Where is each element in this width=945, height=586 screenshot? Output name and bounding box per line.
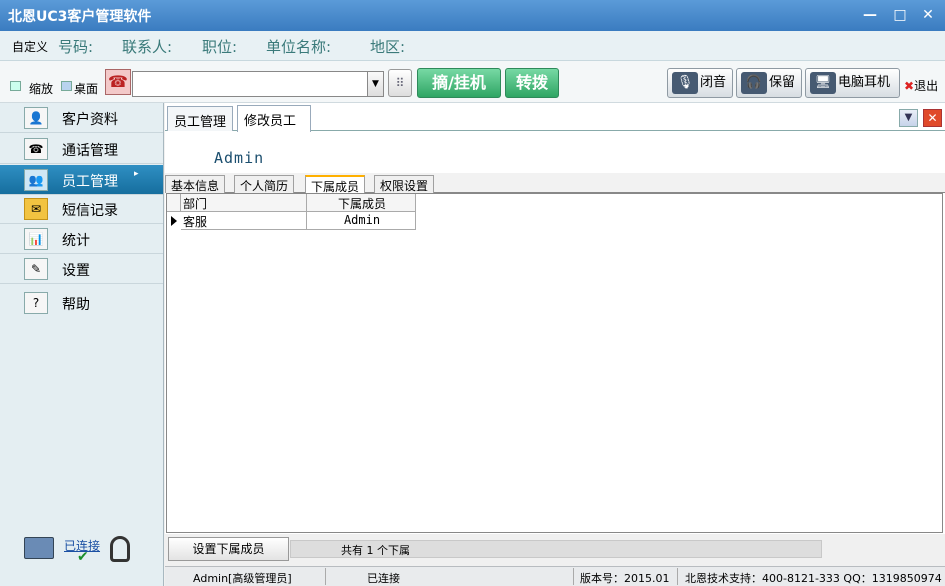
set-subordinates-button[interactable]: 设置下属成员: [168, 537, 289, 561]
hold-button[interactable]: 🎧 保留: [736, 68, 802, 98]
settings-icon: ✎: [24, 258, 48, 280]
tab-permissions[interactable]: 权限设置: [374, 175, 435, 193]
mute-button[interactable]: 🎙 闭音: [667, 68, 733, 98]
help-icon: ?: [24, 292, 48, 314]
close-tab-button[interactable]: ✕: [923, 109, 942, 127]
minimize-button[interactable]: —: [860, 6, 880, 24]
sidebar-item-label: 帮助: [62, 297, 90, 313]
row-header-corner: [167, 194, 181, 212]
computer-icon: 🖥: [810, 72, 836, 94]
employee-name: Admin: [214, 149, 265, 167]
status-divider: [573, 568, 574, 585]
tab-subordinates[interactable]: 下属成员: [305, 175, 366, 194]
chevron-down-icon[interactable]: ▼: [899, 109, 918, 127]
status-connection: 已连接: [367, 572, 400, 585]
toolbar: 缩放 桌面 ☎ ▼ ⠿ 摘/挂机 转拨 🎙 闭音 🎧 保留 🖥 电脑耳机 ✖退出: [0, 61, 945, 103]
hangup-button[interactable]: 摘/挂机: [417, 68, 501, 98]
sidebar-item-label: 短信记录: [62, 203, 118, 219]
tab-basic-info[interactable]: 基本信息: [165, 175, 226, 193]
current-row-icon: [171, 216, 177, 226]
phone-icon[interactable]: ☎: [105, 69, 131, 95]
detail-tabs: 基本信息 个人简历 下属成员 权限设置: [165, 173, 945, 194]
dial-number-input[interactable]: [132, 71, 368, 97]
staff-icon: 👥: [24, 169, 48, 191]
call-icon: ☎: [24, 138, 48, 160]
sidebar-item-label: 设置: [62, 263, 90, 279]
subordinates-grid: 部门 下属成员 客服 Admin: [166, 193, 943, 533]
sidebar-item-sms[interactable]: ✉ 短信记录: [0, 194, 163, 224]
microphone-icon: 🎙: [672, 72, 698, 94]
sidebar-item-help[interactable]: ? 帮助: [0, 288, 163, 318]
company-label: 单位名称:: [266, 38, 332, 56]
sidebar-item-label: 员工管理: [62, 174, 118, 190]
keypad-icon[interactable]: ⠿: [388, 69, 412, 97]
headphones-icon: 🎧: [741, 72, 767, 94]
sidebar-item-staff[interactable]: 👥 员工管理 ▸: [0, 165, 163, 195]
page-tabs: 员工管理 修改员工 ▼ ✕: [165, 103, 945, 132]
subordinate-count: 共有 1 个下属: [341, 544, 410, 557]
maximize-button[interactable]: □: [890, 6, 910, 24]
custom-link[interactable]: 自定义: [12, 38, 48, 55]
status-divider: [677, 568, 678, 585]
bar-chart-icon: 📊: [24, 228, 48, 250]
hold-label: 保留: [769, 75, 796, 90]
sidebar: 👤 客户资料 ☎ 通话管理 👥 员工管理 ▸ ✉ 短信记录 📊 统计 ✎ 设置 …: [0, 103, 164, 586]
status-support: 北恩技术支持：400-8121-333 QQ：1319850974: [685, 572, 942, 585]
exit-label: 退出: [914, 79, 939, 93]
sidebar-item-label: 统计: [62, 233, 90, 249]
column-header-dept[interactable]: 部门: [181, 194, 307, 212]
sidebar-item-calls[interactable]: ☎ 通话管理: [0, 134, 163, 164]
status-bar: Admin[高级管理员] 已连接 版本号：2015.01 北恩技术支持：400-…: [165, 566, 945, 586]
close-button[interactable]: ✕: [918, 6, 938, 24]
pc-headset-button[interactable]: 🖥 电脑耳机: [805, 68, 900, 98]
status-version: 版本号：2015.01: [580, 572, 670, 585]
tab-resume[interactable]: 个人简历: [234, 175, 295, 193]
sidebar-item-customers[interactable]: 👤 客户资料: [0, 103, 163, 133]
tab-edit-staff[interactable]: 修改员工: [237, 105, 311, 132]
headset-icon: [110, 536, 130, 562]
status-divider: [325, 568, 326, 585]
phone-number-label: 号码:: [58, 38, 94, 56]
main-panel: 员工管理 修改员工 ▼ ✕ Admin 基本信息 个人简历 下属成员 权限设置 …: [165, 103, 945, 566]
grid-footer: 设置下属成员 共有 1 个下属: [165, 534, 945, 566]
sidebar-item-label: 通话管理: [62, 143, 118, 159]
column-header-member[interactable]: 下属成员: [307, 194, 416, 212]
desktop-checkbox[interactable]: [61, 81, 72, 91]
zoom-checkbox[interactable]: [10, 81, 21, 91]
pc-headset-label: 电脑耳机: [838, 75, 891, 90]
transfer-button[interactable]: 转拨: [505, 68, 559, 98]
table-cell-dept[interactable]: 客服: [181, 212, 307, 230]
window-title: 北恩UC3客户管理软件: [8, 9, 152, 25]
contact-label: 联系人:: [122, 38, 173, 56]
connection-status: 已连接 ✔: [24, 533, 134, 567]
title-bar: 北恩UC3客户管理软件 — □ ✕: [0, 0, 945, 31]
region-label: 地区:: [370, 38, 406, 56]
exit-button[interactable]: ✖退出: [904, 77, 938, 94]
sidebar-item-label: 客户资料: [62, 112, 118, 128]
sidebar-item-settings[interactable]: ✎ 设置: [0, 254, 163, 284]
customer-icon: 👤: [24, 107, 48, 129]
count-panel: 共有 1 个下属: [290, 540, 822, 558]
desktop-label: 桌面: [74, 82, 99, 96]
computer-icon: [24, 537, 54, 559]
position-label: 职位:: [202, 38, 238, 56]
zoom-label: 缩放: [29, 82, 54, 96]
envelope-icon: ✉: [24, 198, 48, 220]
sidebar-item-stats[interactable]: 📊 统计: [0, 224, 163, 254]
table-cell-member[interactable]: Admin: [307, 212, 416, 230]
tab-staff-management[interactable]: 员工管理: [167, 106, 234, 131]
customer-info-row: 自定义 号码: 联系人: 职位: 单位名称: 地区:: [0, 31, 945, 61]
dial-dropdown-button[interactable]: ▼: [367, 71, 384, 97]
status-user: Admin[高级管理员]: [193, 572, 292, 585]
mute-label: 闭音: [700, 75, 727, 90]
check-icon: ✔: [77, 549, 89, 565]
exit-icon: ✖: [904, 79, 915, 93]
caret-right-icon: ▸: [134, 169, 139, 179]
